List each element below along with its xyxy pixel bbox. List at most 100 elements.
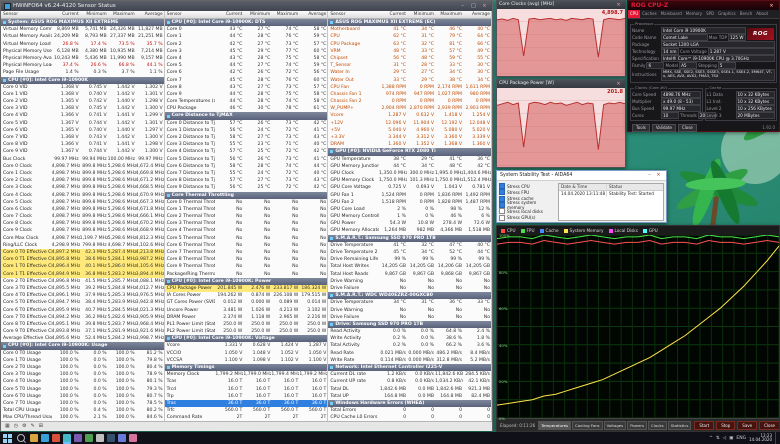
sensor-section-header[interactable]: Windows Hardware Errors (WHEA): [328, 400, 491, 407]
sensor-row[interactable]: Core 1 VID1.368 V0.740 V1.442 V1.301 V: [1, 91, 164, 98]
sensor-row[interactable]: Core 5 T0 Effective Clock4,894.7 MHz38.4…: [1, 299, 164, 306]
stability-test-titlebar[interactable]: System Stability Test - AIDA64 – ×: [497, 171, 666, 181]
sensor-row[interactable]: Core 9 Clock4,898.7 MHz899.8 MHz5,298.6 …: [1, 227, 164, 234]
sensor-row[interactable]: Core 242 °C27 °C73 °C57 °C: [165, 41, 328, 48]
sensor-row[interactable]: Core 6 Distance to TjMAX58 °C28 °C74 °C4…: [165, 163, 328, 170]
sensor-row[interactable]: CPU Package63 °C32 °C81 °C66 °C: [328, 41, 491, 48]
sensor-row[interactable]: DRAM Power2.374 W1.118 W2.965 W2.216 W: [165, 314, 328, 321]
tab-temperatures[interactable]: Temperatures: [538, 421, 571, 430]
sensor-row[interactable]: GPU Temperature38 °C29 °C41 °C36 °C: [328, 156, 491, 163]
log-column-status[interactable]: Status: [606, 184, 663, 190]
sensor-row[interactable]: Virtual Memory Committed8,869 MB5,741 MB…: [1, 26, 164, 33]
close-icon[interactable]: ×: [614, 80, 623, 88]
sensor-row[interactable]: CPU Package46 °C30 °C78 °C61 °C: [165, 105, 328, 112]
sensor-row[interactable]: Core 3 Distance to TjMAX55 °C23 °C71 °C4…: [165, 141, 328, 148]
sensor-row[interactable]: Total DL1,842.6 MB0.0 MB1,842.6 MB921.3 …: [328, 386, 491, 393]
sensor-section-header[interactable]: CPU [#0]: Intel Core i9-10900K: Voltage: [165, 335, 328, 342]
sensor-row[interactable]: GPU Power54.3 W10.8 W278.4 W72.6 W: [328, 220, 491, 227]
sensor-row[interactable]: Core 2 Clock4,898.7 MHz899.8 MHz5,298.6 …: [1, 177, 164, 184]
sensor-row[interactable]: Core 4 Distance to TjMAX57 °C25 °C72 °C4…: [165, 148, 328, 155]
sensor-row[interactable]: Core 6 T0 Usage100.0 %0.0 %100.0 %80.7 %: [1, 393, 164, 400]
sensor-row[interactable]: VCCSA1.100 V1.098 V1.102 V1.100 V: [165, 357, 328, 364]
sensor-row[interactable]: Core 7 VID1.368 V0.743 V1.442 V1.300 V: [1, 134, 164, 141]
sensor-row[interactable]: Core 443 °C28 °C75 °C58 °C: [165, 55, 328, 62]
sensor-row[interactable]: Core 7 T0 Usage100.0 %0.0 %100.0 %78.5 %: [1, 400, 164, 407]
sensor-section-header[interactable]: S.M.A.R.T.: Samsung SSD 970 PRO 1TB: [328, 235, 491, 242]
sensor-row[interactable]: Core 8 T0 Effective Clock4,895.1 MHz39.8…: [1, 321, 164, 328]
close-icon[interactable]: ×: [767, 3, 776, 9]
checkbox-icon[interactable]: [499, 202, 505, 208]
sensor-row[interactable]: Core 8 VID1.366 V0.741 V1.441 V1.298 V: [1, 141, 164, 148]
taskbar-clock[interactable]: 13:23 14.04.2020: [749, 434, 772, 443]
sensor-row[interactable]: Core 1 T0 Effective Clock4,896.4 MHz40.1…: [1, 263, 164, 270]
sensor-row[interactable]: Read Activity0.0 %0.0 %64.8 %2.4 %: [328, 328, 491, 335]
gear-icon[interactable]: ⚙: [22, 422, 26, 431]
sensor-row[interactable]: Core 6 T0 Effective Clock4,895.9 MHz40.7…: [1, 307, 164, 314]
close-icon[interactable]: ×: [654, 171, 663, 180]
sensor-row[interactable]: Core 3 T0 Effective Clock4,895.5 MHz39.2…: [1, 285, 164, 292]
sensor-row[interactable]: Core 9 VID1.367 V0.744 V1.442 V1.300 V: [1, 148, 164, 155]
sensor-row[interactable]: Drive Temperature 245 °C34 °C52 °C44 °C: [328, 249, 491, 256]
sensor-section-header[interactable]: CPU [#0]: Intel Core i9-10900K: Power: [165, 278, 328, 285]
checkbox-icon[interactable]: [499, 196, 505, 202]
sensor-row[interactable]: VRM48 °C33 °C57 °C49 °C: [328, 48, 491, 55]
taskbar-app-cpu-z[interactable]: [74, 434, 82, 442]
sensor-row[interactable]: GPU Memory Controller Load1 %0 %46 %6 %: [328, 213, 491, 220]
stress-option[interactable]: Stress GPU(s): [499, 214, 555, 220]
sensor-row[interactable]: Vcore1.331 V0.628 V1.424 V1.287 V: [165, 342, 328, 349]
tab-voltages[interactable]: Voltages: [604, 421, 627, 430]
sensor-row[interactable]: PL1 Power Limit (Static)250.0 W250.0 W25…: [165, 321, 328, 328]
sensor-row[interactable]: Core 0 VID1.368 V0.745 V1.442 V1.302 V: [1, 84, 164, 91]
sensor-row[interactable]: Core 4 Thermal ThrottlingNoNoNoNo: [165, 227, 328, 234]
tab-spd[interactable]: SPD: [704, 10, 716, 18]
sensor-row[interactable]: Core 043 °C27 °C74 °C58 °C: [165, 26, 328, 33]
sensor-row[interactable]: Core 9 Thermal ThrottlingNoNoNoNo: [165, 263, 328, 270]
sensor-row[interactable]: Core 0 Thermal ThrottlingNoNoNoNo: [165, 199, 328, 206]
sensor-row[interactable]: Ring/LLC Clock4,298.9 MHz799.8 MHz4,698.…: [1, 242, 164, 249]
sensor-row[interactable]: Tras36.0 T36.0 T36.0 T36.0 T: [165, 400, 328, 407]
column-header-average[interactable]: Average: [463, 11, 491, 18]
tab-clocks[interactable]: Clocks: [648, 421, 667, 430]
sensor-row[interactable]: Core 1 Clock4,898.7 MHz899.8 MHz5,298.6 …: [1, 170, 164, 177]
sensor-row[interactable]: Trcd16.0 T16.0 T16.0 T16.0 T: [165, 386, 328, 393]
sensor-row[interactable]: T_Sensor31 °C28 °C33 °C30 °C: [328, 62, 491, 69]
legend-item-local-disks[interactable]: Local Disks: [609, 228, 638, 233]
graph-titlebar[interactable]: Core Clocks (avg) [MHz] ×: [497, 1, 625, 9]
legend-item-gpu[interactable]: GPU: [643, 228, 658, 233]
sensor-row[interactable]: Core 8 Clock4,898.7 MHz899.8 MHz5,298.6 …: [1, 220, 164, 227]
sensor-row[interactable]: CPU Fan1,388 RPM0 RPM2,174 RPM1,611 RPM: [328, 84, 491, 91]
show-desktop-button[interactable]: [775, 432, 778, 444]
sensor-row[interactable]: Virtual Memory Load26.8 %17.4 %73.5 %35.…: [1, 41, 164, 48]
tab-bench[interactable]: Bench: [738, 10, 754, 18]
sensor-row[interactable]: GPU Core Load2 %0 %98 %12 %: [328, 206, 491, 213]
sensor-row[interactable]: GPU Fan 21,518 RPM0 RPM1,828 RPM1,487 RP…: [328, 199, 491, 206]
sensor-row[interactable]: Physical Memory Used6,128 MB4,380 MB10,9…: [1, 48, 164, 55]
sensor-row[interactable]: Physical Memory Load37.4 %26.6 %66.8 %44…: [1, 62, 164, 69]
column-header-minimum[interactable]: Minimum: [80, 11, 108, 18]
sensor-row[interactable]: Chassis Fan 20 RPM0 RPM0 RPM0 RPM: [328, 98, 491, 105]
sensor-row[interactable]: Core 0 T0 Effective Clock4,897.2 MHz42.3…: [1, 249, 164, 256]
log-row[interactable]: 14.04.2020 13:11:48Stability Test: Start…: [559, 191, 663, 197]
sensor-row[interactable]: Trp16.0 T16.0 T16.0 T16.0 T: [165, 393, 328, 400]
sensor-row[interactable]: Total Activity0.2 %0.0 %66.2 %3.6 %: [328, 342, 491, 349]
sensor-row[interactable]: Core 6 Clock4,898.7 MHz899.8 MHz5,298.6 …: [1, 206, 164, 213]
sensor-row[interactable]: Core 7 T0 Effective Clock4,894.2 MHz36.2…: [1, 314, 164, 321]
start-button[interactable]: [2, 433, 12, 443]
sensor-row[interactable]: Core 9 Distance to TjMAX56 °C25 °C72 °C4…: [165, 184, 328, 191]
sensor-row[interactable]: Core 0 T0 Usage100.0 %0.0 %100.0 %81.2 %: [1, 350, 164, 357]
sensor-section-header[interactable]: ASUS ROG MAXIMUS XII EXTREME (EC): [328, 19, 491, 26]
stress-option[interactable]: Stress system memory: [499, 202, 555, 208]
sensor-row[interactable]: Drive WarningNoNoNoNo: [328, 307, 491, 314]
column-header-sensor[interactable]: Sensor: [165, 11, 216, 18]
checkbox-icon[interactable]: [499, 208, 505, 214]
sensor-row[interactable]: Core 1 T0 Usage100.0 %0.0 %100.0 %79.8 %: [1, 357, 164, 364]
column-header-average[interactable]: Average: [136, 11, 164, 18]
sensor-row[interactable]: Drive Temperature41 °C32 °C47 °C40 °C: [328, 242, 491, 249]
sensor-section-header[interactable]: Memory Timings: [165, 364, 328, 371]
sensor-row[interactable]: DRAM1.360 V1.352 V1.368 V1.360 V: [328, 141, 491, 148]
sensor-row[interactable]: Total Host Reads9,867 GB9,867 GB9,868 GB…: [328, 271, 491, 278]
grid-icon[interactable]: ⊞: [39, 422, 43, 431]
sensor-row[interactable]: Core 4 Clock4,898.7 MHz899.8 MHz5,298.6 …: [1, 192, 164, 199]
sensor-row[interactable]: Core 3 T0 Usage100.0 %0.0 %100.0 %78.9 %: [1, 371, 164, 378]
sensor-row[interactable]: Core 5 Clock4,898.7 MHz899.8 MHz5,298.6 …: [1, 199, 164, 206]
